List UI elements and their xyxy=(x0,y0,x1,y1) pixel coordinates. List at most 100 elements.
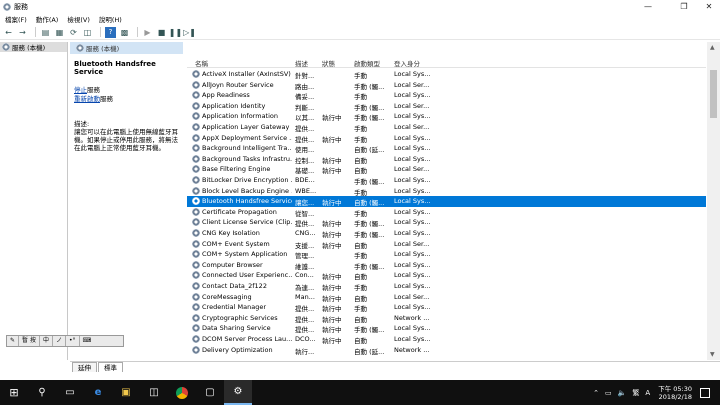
maximize-button[interactable]: ❐ xyxy=(666,0,702,13)
service-gear-icon xyxy=(192,80,200,89)
chrome-icon[interactable] xyxy=(168,380,196,405)
scroll-up-icon[interactable]: ▲ xyxy=(710,44,715,51)
restart-service-link[interactable]: 重新啟動 xyxy=(74,95,100,103)
stop-service-link[interactable]: 停止 xyxy=(74,86,87,94)
show-hide-console-tree-icon[interactable]: ▤ xyxy=(40,27,51,38)
service-description-cell: 維護... xyxy=(295,262,315,271)
service-status-cell: 執行中 xyxy=(322,231,342,239)
vertical-scrollbar[interactable]: ▲ ▼ xyxy=(707,42,720,360)
menu-action[interactable]: 動作(A) xyxy=(36,14,59,24)
back-arrow-icon[interactable]: ← xyxy=(3,27,14,38)
service-startup-type-cell: 手動 xyxy=(354,93,367,102)
column-header-description[interactable]: 描述 xyxy=(295,58,308,68)
service-gear-icon xyxy=(192,91,200,100)
service-row[interactable]: ActiveX Installer (AxInstSV) 針對... 手動 Local… xyxy=(187,69,706,80)
toolbar-separator xyxy=(100,27,101,37)
service-name-cell: COM+ System Application xyxy=(202,250,288,259)
tab-extended[interactable]: 延伸 xyxy=(72,362,97,372)
service-row[interactable]: Background Tasks Infrastru... 控制... 執行中 自動 L… xyxy=(187,154,706,165)
service-name-cell: Connected User Experienc... xyxy=(202,271,292,280)
column-header-log-on-as[interactable]: 登入身分 xyxy=(394,58,420,68)
service-name-cell: CNG Key Isolation xyxy=(202,229,260,237)
ime-language-indicator[interactable]: 繁 xyxy=(632,388,639,398)
service-row[interactable]: Application Layer Gateway ... 提供... 手動 Loca… xyxy=(187,122,706,133)
tray-overflow-chevron-icon[interactable]: ⌃ xyxy=(593,389,599,397)
service-row[interactable]: Data Sharing Service 提供... 執行中 手動 (觸... Loca… xyxy=(187,323,706,334)
export-list-icon[interactable]: ◫ xyxy=(82,27,93,38)
service-row[interactable]: Contact Data_2f122 為連... 執行中 手動 Local Sys... xyxy=(187,281,706,292)
service-row[interactable]: Cryptographic Services 提供... 執行中 自動 Network … xyxy=(187,313,706,324)
service-row[interactable]: Credential Manager 提供... 執行中 手動 Local Sys... xyxy=(187,302,706,313)
service-row[interactable]: COM+ System Application 管理... 手動 Local Sys.… xyxy=(187,249,706,260)
stop-service-icon[interactable]: ■ xyxy=(156,27,167,38)
service-row[interactable]: AllJoyn Router Service 路由... 手動 (觸... Local… xyxy=(187,80,706,91)
service-row[interactable]: Bluetooth Handsfree Service 讓您... 執行中 自動 (觸… xyxy=(187,196,706,207)
service-row[interactable]: DCOM Server Process Lau... DCO... 執行中 自動 Loc… xyxy=(187,334,706,345)
service-row[interactable]: App Readiness 備妥... 手動 Local Sys... xyxy=(187,90,706,101)
store-icon[interactable]: ◫ xyxy=(140,380,168,405)
minimize-button[interactable]: — xyxy=(630,0,666,13)
ime-chinese-button[interactable]: 中 xyxy=(40,336,53,346)
column-header-status[interactable]: 狀態 xyxy=(322,58,335,68)
service-row[interactable]: Background Intelligent Tra... 使用... 自動 (延.… xyxy=(187,143,706,154)
service-row[interactable]: CoreMessaging Man... 執行中 自動 Local Ser... xyxy=(187,292,706,303)
window-title: 服務 xyxy=(14,2,28,11)
volume-icon[interactable]: 🔈 xyxy=(618,389,627,397)
column-header-startup-type[interactable]: 啟動類型 xyxy=(354,58,380,68)
service-row[interactable]: Certificate Propagation 從智... 手動 Local Sys.… xyxy=(187,207,706,218)
service-status-cell: 執行中 xyxy=(322,114,342,123)
ime-keyboard-icon[interactable]: ⌨ xyxy=(80,336,95,346)
forward-arrow-icon[interactable]: → xyxy=(17,27,28,38)
service-row[interactable]: Base Filtering Engine 基礎... 執行中 自動 Local Ser… xyxy=(187,164,706,175)
refresh-icon[interactable]: ⟳ xyxy=(68,27,79,38)
start-service-icon[interactable]: ▶ xyxy=(142,27,153,38)
service-status-cell: 執行中 xyxy=(322,305,342,314)
service-row[interactable]: AppX Deployment Service ... 提供... 執行中 手動 Loc… xyxy=(187,133,706,144)
ime-punct-button[interactable]: •° xyxy=(66,336,80,346)
mmc-console-icon[interactable]: ▩ xyxy=(119,27,130,38)
close-button[interactable]: ✕ xyxy=(698,0,720,13)
service-row[interactable]: BitLocker Drive Encryption ... BDE... 手動 (… xyxy=(187,175,706,186)
ime-shape-button[interactable]: ノ xyxy=(53,336,66,346)
properties-icon[interactable]: ▦ xyxy=(54,27,65,38)
search-icon[interactable]: ⚲ xyxy=(28,380,56,405)
task-view-icon[interactable]: ▭ xyxy=(56,380,84,405)
service-name-cell: Cryptographic Services xyxy=(202,313,278,322)
ime-pen-icon[interactable]: ✎ xyxy=(7,336,20,346)
tab-standard[interactable]: 標準 xyxy=(98,362,123,372)
service-row[interactable]: Application Identity 判斷... 手動 (觸... Local S… xyxy=(187,101,706,112)
ime-mode-indicator[interactable]: A xyxy=(645,389,650,397)
restart-service-icon[interactable]: ▷❚ xyxy=(183,27,196,38)
ime-mode-button[interactable]: 暫 按 xyxy=(19,336,40,346)
pause-service-icon[interactable]: ❚❚ xyxy=(169,27,182,38)
help-icon[interactable]: ? xyxy=(105,26,116,38)
service-row[interactable]: Client License Service (Clip... 提供... 執行中 手… xyxy=(187,217,706,228)
service-row[interactable]: Application Information 以其... 執行中 手動 (觸... L… xyxy=(187,111,706,122)
service-row[interactable]: COM+ Event System 支援... 執行中 自動 Local Ser... xyxy=(187,239,706,250)
window-app-icon[interactable]: ▢ xyxy=(196,380,224,405)
scrollbar-thumb[interactable] xyxy=(710,70,717,118)
service-gear-icon xyxy=(192,229,200,237)
clock-date: 2018/2/18 xyxy=(658,392,692,401)
service-row[interactable]: Block Level Backup Engine ... WBE... 手動 Loc… xyxy=(187,186,706,197)
service-row[interactable]: Computer Browser 維護... 手動 (觸... Local Sys..… xyxy=(187,260,706,271)
service-gear-icon xyxy=(192,186,200,195)
action-center-icon[interactable] xyxy=(700,387,710,398)
edge-browser-icon[interactable]: e xyxy=(84,380,112,405)
service-status-cell: 執行中 xyxy=(322,294,342,303)
scroll-down-icon[interactable]: ▼ xyxy=(710,351,715,358)
tree-item-services-local[interactable]: 服務 (本機) xyxy=(0,42,67,52)
start-windows-icon[interactable]: ⊞ xyxy=(0,380,28,405)
clock[interactable]: 下午 05:30 2018/2/18 xyxy=(658,385,692,401)
menu-file[interactable]: 檔案(F) xyxy=(5,14,27,24)
column-header-name[interactable]: 名稱 xyxy=(195,58,208,68)
service-row[interactable]: Connected User Experienc... Con... 執行中 自動 Lo… xyxy=(187,270,706,281)
network-icon[interactable]: ▭ xyxy=(605,389,612,397)
services-taskbar-gear-icon[interactable]: ⚙ xyxy=(224,380,252,405)
file-explorer-icon[interactable]: ▣ xyxy=(112,380,140,405)
view-tabs: 延伸 標準 xyxy=(70,361,720,372)
menu-help[interactable]: 說明(H) xyxy=(99,14,122,24)
menu-view[interactable]: 檢視(V) xyxy=(67,14,90,24)
service-row[interactable]: CNG Key Isolation CNG... 執行中 手動 (觸... Local … xyxy=(187,228,706,239)
service-row[interactable]: Delivery Optimization 執行... 自動 (延... Networ… xyxy=(187,345,706,356)
